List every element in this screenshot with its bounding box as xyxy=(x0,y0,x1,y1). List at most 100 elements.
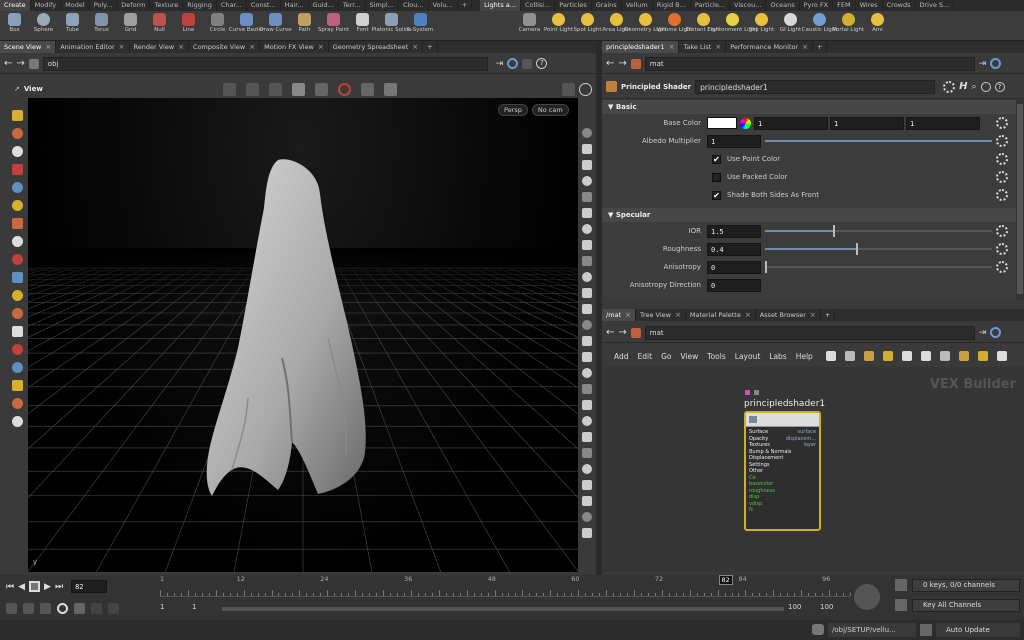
shelf-tab[interactable]: Texture xyxy=(150,0,184,11)
3d-viewport[interactable]: y Persp No cam xyxy=(28,98,578,572)
view-icon[interactable] xyxy=(11,128,23,139)
anisotropy-field[interactable]: 0 xyxy=(707,260,761,274)
network-menu-item[interactable]: Labs xyxy=(769,352,786,361)
base-color-g[interactable]: 1 xyxy=(830,116,904,130)
audio-icon[interactable] xyxy=(6,603,17,614)
network-path-field[interactable]: mat xyxy=(644,325,975,340)
viewport-display-icon[interactable] xyxy=(582,288,592,298)
add-shelf-icon[interactable]: + xyxy=(458,0,473,11)
shelf-tool-circle[interactable]: Circle xyxy=(203,11,232,41)
viewport-display-icon[interactable] xyxy=(582,368,592,378)
link-icon[interactable] xyxy=(507,58,519,69)
base-color-r[interactable]: 1 xyxy=(754,116,828,130)
viewport-display-icon[interactable] xyxy=(582,336,592,346)
globe-icon[interactable] xyxy=(11,416,23,427)
shelf-tool-camera[interactable]: Camera xyxy=(515,11,544,41)
close-tab-icon[interactable]: × xyxy=(715,41,721,53)
close-tab-icon[interactable]: × xyxy=(810,309,816,321)
node-help-icon[interactable]: ? xyxy=(994,81,1005,92)
add-tab-icon[interactable]: + xyxy=(821,309,836,321)
viewport-display-icon[interactable] xyxy=(582,224,592,234)
arrange-icon[interactable] xyxy=(939,351,950,361)
snapshot-icon[interactable] xyxy=(383,82,397,96)
shelf-tab[interactable]: Crowds xyxy=(883,0,916,11)
network-menu-item[interactable]: Tools xyxy=(707,352,725,361)
shelf-tab[interactable]: Model xyxy=(61,0,90,11)
shelf-tab[interactable]: Particles xyxy=(555,0,592,11)
shelf-tool-torus[interactable]: Torus xyxy=(87,11,116,41)
layout-icon[interactable] xyxy=(522,58,533,69)
transform-mode-icon[interactable] xyxy=(245,82,259,96)
eye-icon[interactable] xyxy=(996,351,1007,361)
bone-icon[interactable] xyxy=(11,236,23,247)
camera-icon[interactable] xyxy=(11,380,23,391)
folder-icon[interactable] xyxy=(958,351,969,361)
stop-icon[interactable] xyxy=(29,581,41,592)
forward-arrow-icon[interactable]: → xyxy=(16,58,24,69)
scene-path-field[interactable]: obj xyxy=(42,56,488,71)
frame-ruler[interactable]: 1 12 24 36 48 60 72 84 96 82 xyxy=(160,575,851,597)
shelf-tab[interactable]: Wires xyxy=(856,0,883,11)
shelf-tool-distant-light[interactable]: Distant Light xyxy=(686,11,721,41)
close-tab-icon[interactable]: × xyxy=(119,41,125,53)
shelf-tool-null[interactable]: Null xyxy=(145,11,174,41)
wrench-icon[interactable] xyxy=(825,351,836,361)
range-start-a[interactable]: 1 xyxy=(160,603,164,611)
anisotropy-gear-icon[interactable] xyxy=(996,261,1008,273)
shelf-tab[interactable]: Oceans xyxy=(766,0,800,11)
view-arrow-icon[interactable]: ↗ xyxy=(14,85,20,93)
play-icon[interactable]: ▶ xyxy=(44,582,51,592)
close-tab-icon[interactable]: × xyxy=(625,309,631,321)
shelf-tool-volume-light[interactable]: Volume Light xyxy=(657,11,692,41)
display-mode-icon[interactable] xyxy=(291,82,305,96)
current-frame-marker[interactable]: 82 xyxy=(718,575,733,585)
palette-icon[interactable] xyxy=(882,351,893,361)
update-mode-select[interactable]: Auto Update xyxy=(936,623,1020,637)
shelf-tool-grid[interactable]: Grid xyxy=(116,11,145,41)
pane-tab[interactable]: Geometry Spreadsheet × xyxy=(329,41,424,53)
shelf-tool-box[interactable]: Box xyxy=(0,11,29,41)
pane-tab[interactable]: Scene View × xyxy=(0,41,57,53)
viewport-display-icon[interactable] xyxy=(582,512,592,522)
zoom-icon[interactable] xyxy=(977,351,988,361)
pane-tab[interactable]: Motion FX View × xyxy=(260,41,329,53)
base-color-b[interactable]: 1 xyxy=(906,116,980,130)
shelf-tool-spray-paint[interactable]: Spray Paint xyxy=(318,11,349,41)
checkbox-gear-icon[interactable] xyxy=(996,189,1008,201)
pane-tab[interactable]: Material Palette × xyxy=(686,309,756,321)
node-input-param[interactable]: N xyxy=(749,507,819,514)
ior-gear-icon[interactable] xyxy=(996,225,1008,237)
shelf-tool-gi-light[interactable]: GI Light xyxy=(776,11,805,41)
key-next-icon[interactable] xyxy=(108,603,119,614)
shelf-tool-tube[interactable]: Tube xyxy=(58,11,87,41)
pose-icon[interactable] xyxy=(11,200,23,211)
param-back-icon[interactable]: ← xyxy=(606,58,614,69)
key-mode-select[interactable]: Key All Channels xyxy=(912,599,1020,612)
net-back-icon[interactable]: ← xyxy=(606,327,614,338)
close-tab-icon[interactable]: × xyxy=(745,309,751,321)
shelf-tool-curve-bezier[interactable]: Curve Bezier xyxy=(229,11,264,41)
node-name-field[interactable]: principledshader1 xyxy=(695,79,936,94)
ior-field[interactable]: 1.5 xyxy=(707,224,761,238)
viewport-display-icon[interactable] xyxy=(582,464,592,474)
speech-bubble-icon[interactable] xyxy=(812,624,824,635)
ior-slider[interactable] xyxy=(765,225,992,237)
viewport-display-icon[interactable] xyxy=(582,400,592,410)
shelf-tool-sphere[interactable]: Sphere xyxy=(29,11,58,41)
checkbox[interactable]: ✔ xyxy=(712,190,721,200)
play-reverse-icon[interactable]: ◀ xyxy=(18,582,25,592)
realtime-icon[interactable] xyxy=(23,603,34,614)
network-menu-item[interactable]: Add xyxy=(614,352,629,361)
viewport-display-icon[interactable] xyxy=(582,384,592,394)
shelf-tab[interactable]: Create xyxy=(0,0,31,11)
viewport-display-icon[interactable] xyxy=(582,304,592,314)
roughness-slider[interactable] xyxy=(765,243,992,255)
network-menu-item[interactable]: Layout xyxy=(735,352,761,361)
magnet-icon[interactable] xyxy=(11,218,23,229)
view-help-icon[interactable] xyxy=(579,82,592,96)
spin-icon[interactable] xyxy=(11,362,23,373)
pane-tab[interactable]: /mat × xyxy=(602,309,636,321)
shelf-tool-spot-light[interactable]: Spot Light xyxy=(573,11,602,41)
grid-view-icon[interactable] xyxy=(863,351,874,361)
checkbox[interactable] xyxy=(712,172,721,182)
